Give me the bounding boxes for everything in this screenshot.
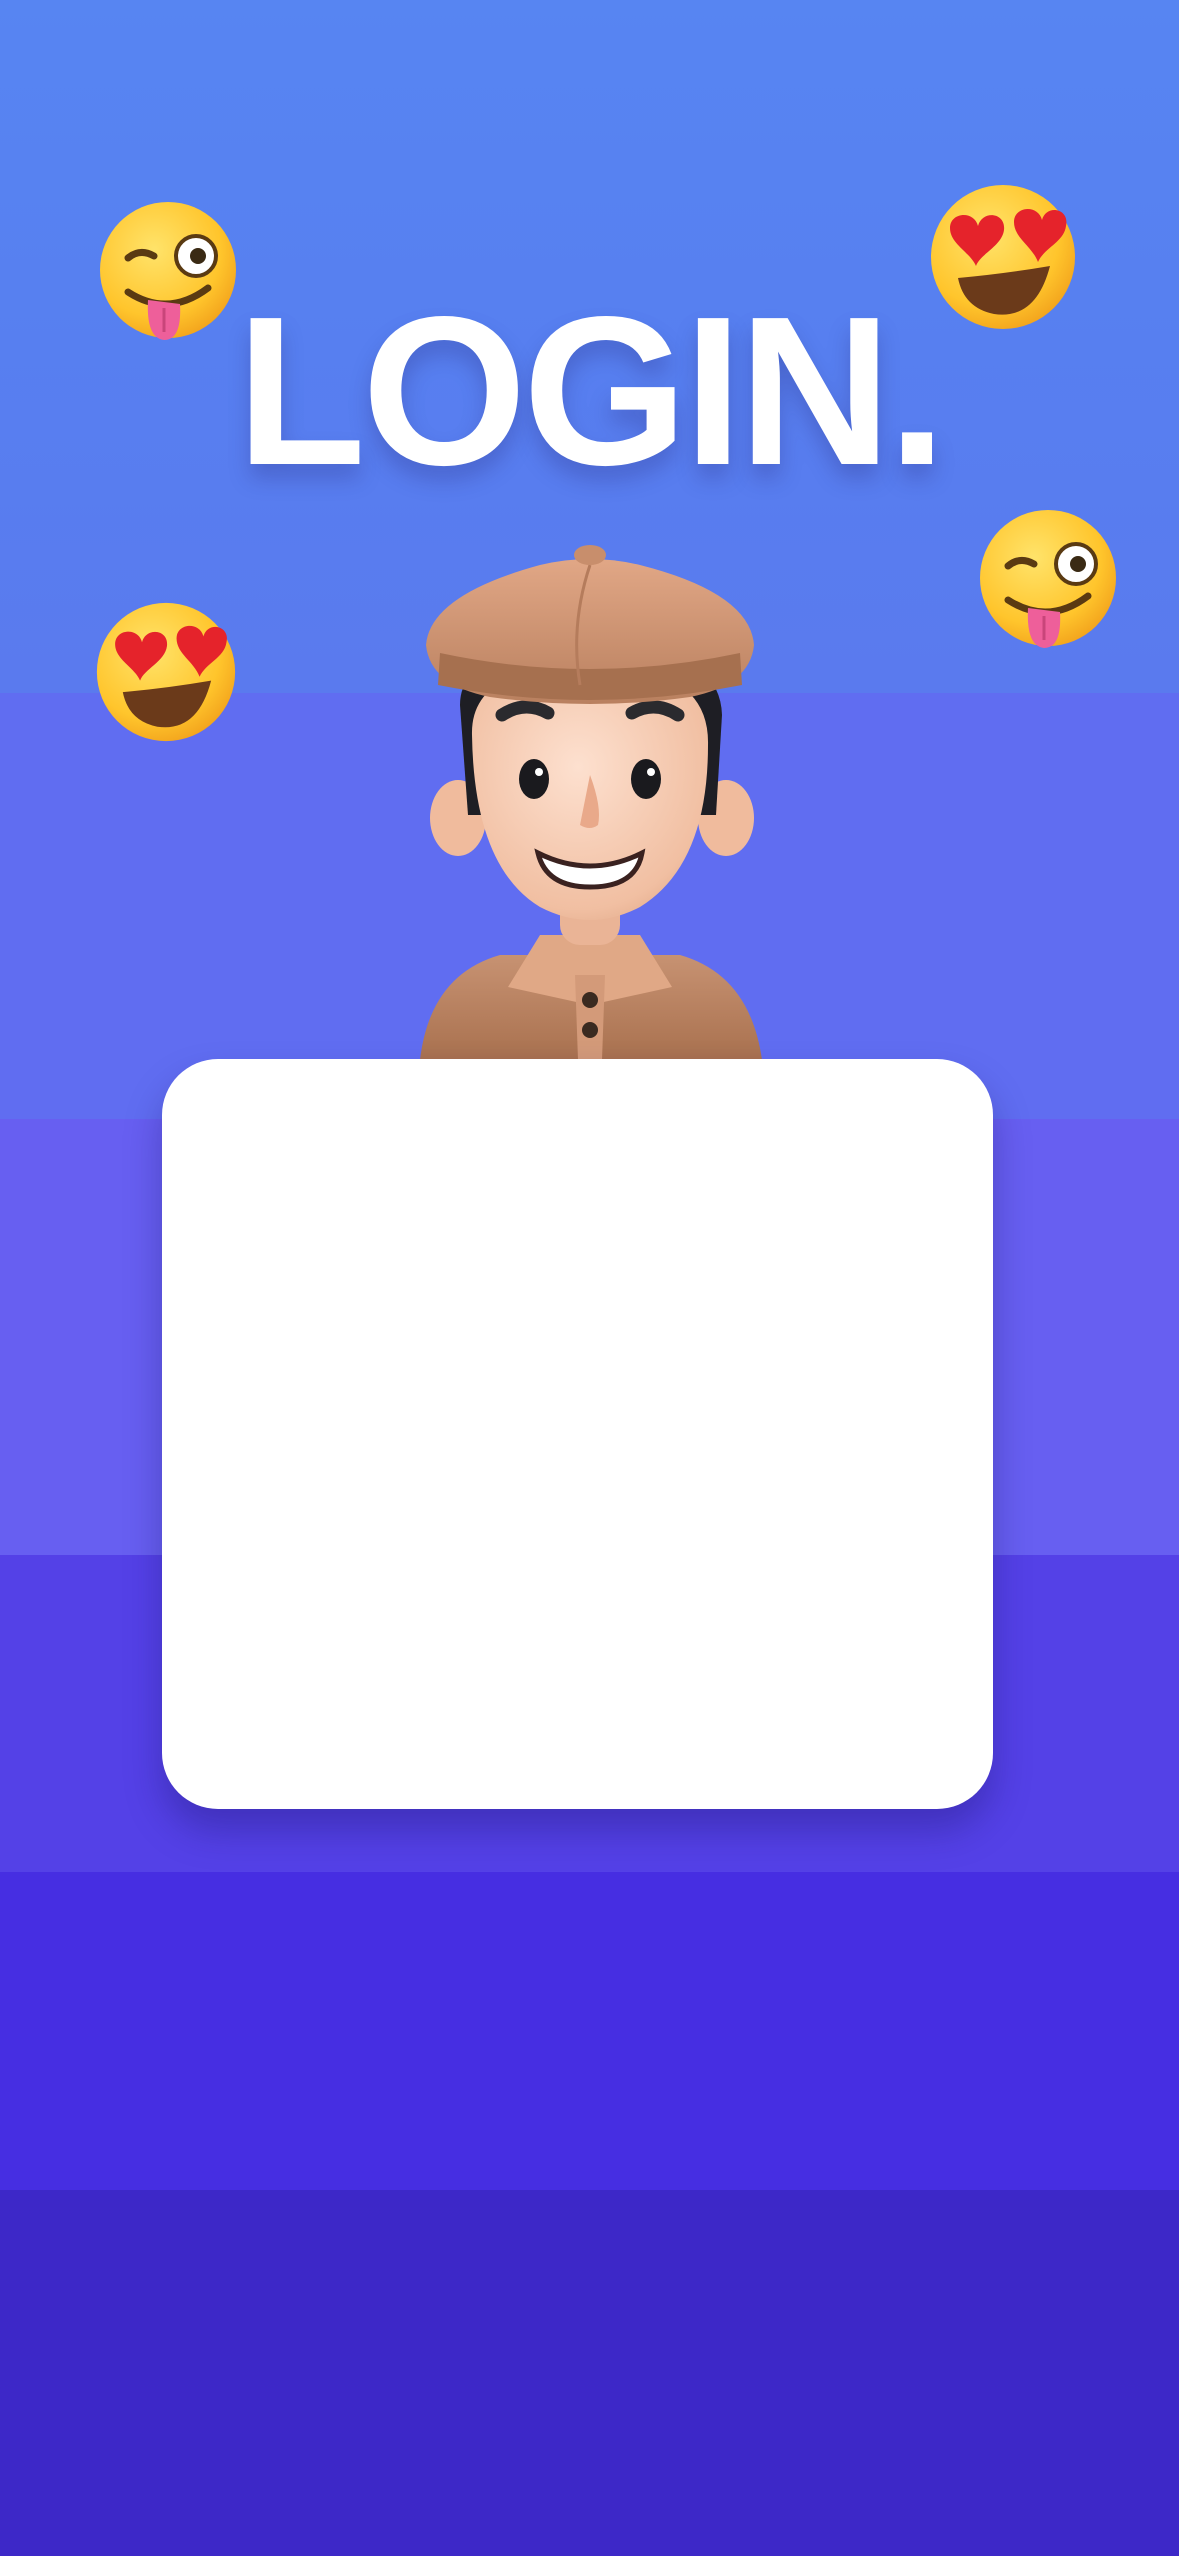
- heart-eyes-emoji-icon: [96, 602, 236, 742]
- avatar: [420, 545, 762, 1060]
- background-band-5: [0, 1872, 1179, 2190]
- background-band-6: [0, 2190, 1179, 2556]
- winking-tongue-emoji-icon: [100, 202, 236, 340]
- heart-eyes-emoji-icon: [931, 185, 1075, 329]
- winking-tongue-emoji-icon: [980, 510, 1116, 648]
- login-card: [162, 1059, 993, 1809]
